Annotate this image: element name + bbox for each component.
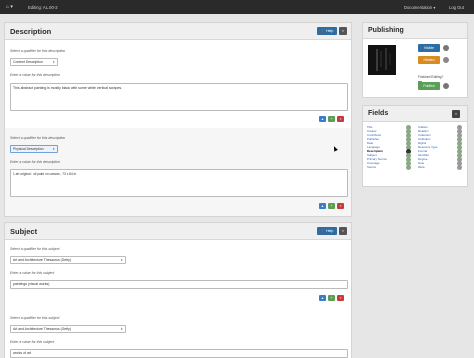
visible-eye-icon <box>443 45 449 51</box>
visible-button[interactable]: Visible <box>418 44 440 52</box>
subject-panel: Subject ❓ Help × Select a qualifier for … <box>4 222 352 358</box>
qualifier-select[interactable]: Physical Description ⇕ <box>10 145 58 153</box>
add-entry-button[interactable]: + <box>328 116 335 122</box>
value-prompt: Enter a value for this subject <box>10 271 55 275</box>
description-header: Description ❓ Help × <box>5 23 351 40</box>
description-panel: Description ❓ Help × Select a qualifier … <box>4 22 352 217</box>
description-heading: Description <box>10 27 52 36</box>
remove-entry-button[interactable]: × <box>337 203 344 209</box>
home-menu-icon[interactable]: ⌂ ▾ <box>6 4 13 10</box>
publishing-heading: Publishing <box>368 27 404 34</box>
field-status-icon <box>406 165 411 170</box>
move-up-button[interactable]: ▲ <box>319 203 326 209</box>
artwork-thumbnail[interactable] <box>368 45 396 75</box>
fields-close-button[interactable]: × <box>452 110 460 118</box>
fields-heading: Fields <box>368 110 389 117</box>
add-entry-button[interactable]: + <box>328 203 335 209</box>
subject-value-input[interactable]: paintings (visual works) <box>10 280 348 289</box>
description-value-textarea[interactable]: 1 art original : oil paint on canvas ; 7… <box>10 169 348 197</box>
select-arrow-icon: ⇕ <box>52 147 55 151</box>
subject-qualifier-select[interactable]: Art and Architecture Thesaurus (Getty) ⇕ <box>10 256 126 264</box>
remove-entry-button[interactable]: × <box>337 116 344 122</box>
qualifier-select-value: Art and Architecture Thesaurus (Getty) <box>13 327 71 331</box>
subject-qualifier-select[interactable]: Art and Architecture Thesaurus (Getty) ⇕ <box>10 325 126 333</box>
select-arrow-icon: ⇕ <box>120 258 123 262</box>
finished-editing-label: Finished Editing? <box>418 75 444 79</box>
move-up-button[interactable]: ▲ <box>319 116 326 122</box>
publish-icon <box>443 83 449 89</box>
field-status-icon <box>457 165 462 170</box>
add-entry-button[interactable]: + <box>328 295 335 301</box>
artwork-image <box>368 45 396 75</box>
publish-button[interactable]: Publish <box>418 82 440 90</box>
qualifier-prompt: Select a qualifier for this description <box>10 49 66 53</box>
remove-entry-button[interactable]: × <box>337 295 344 301</box>
subject-heading: Subject <box>10 227 38 236</box>
field-link[interactable]: Meta <box>418 166 424 169</box>
subject-help-button[interactable]: ❓ Help <box>317 227 337 235</box>
logout-link[interactable]: Log Out <box>449 5 464 10</box>
qualifier-select-value: Content Description <box>13 60 43 64</box>
qualifier-prompt: Select a qualifier for this subject <box>10 247 60 251</box>
documentation-menu[interactable]: Documentation ▾ <box>404 5 435 10</box>
qualifier-select-value: Physical Description <box>13 147 44 151</box>
qualifier-select[interactable]: Content Description ⇕ <box>10 58 58 66</box>
select-arrow-icon: ⇕ <box>120 327 123 331</box>
subject-close-button[interactable]: × <box>339 227 347 235</box>
description-help-button[interactable]: ❓ Help <box>317 27 337 35</box>
move-up-button[interactable]: ▲ <box>319 295 326 301</box>
qualifier-select-value: Art and Architecture Thesaurus (Getty) <box>13 258 71 262</box>
select-arrow-icon: ⇕ <box>52 60 55 64</box>
description-value-textarea[interactable]: This abstract painting is mostly black w… <box>10 83 348 111</box>
editing-title: Editing: AL.00-2 <box>28 4 58 10</box>
top-navbar: ⌂ ▾ Editing: AL.00-2 Documentation ▾ Log… <box>0 0 474 14</box>
hidden-button[interactable]: Hidden <box>418 56 440 64</box>
qualifier-prompt: Select a qualifier for this description <box>10 136 66 140</box>
value-prompt: Enter a value for this description <box>10 73 60 77</box>
publishing-header: Publishing <box>363 23 467 39</box>
qualifier-prompt: Select a qualifier for this subject <box>10 316 60 320</box>
fields-header: Fields × <box>363 106 467 122</box>
description-close-button[interactable]: × <box>339 27 347 35</box>
subject-value-input[interactable]: works of art <box>10 349 348 358</box>
hidden-eye-icon <box>443 57 449 63</box>
subject-header: Subject ❓ Help × <box>5 223 351 240</box>
value-prompt: Enter a value for this subject <box>10 340 55 344</box>
field-link[interactable]: Source <box>367 166 376 169</box>
value-prompt: Enter a value for this description <box>10 160 60 164</box>
